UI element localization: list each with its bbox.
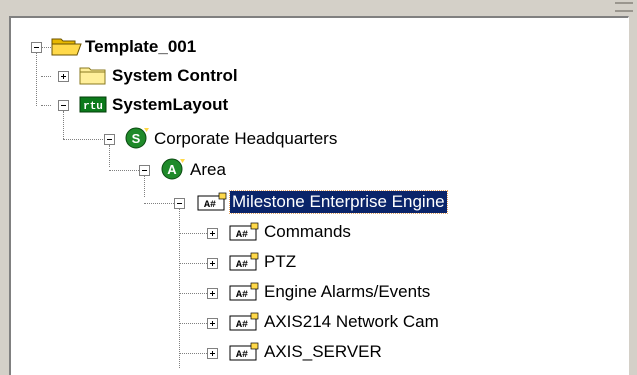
svg-text:rtu: rtu <box>83 101 103 113</box>
tree-item-axis-server[interactable]: AXIS_SERVER <box>262 341 384 363</box>
tree-line <box>179 263 207 264</box>
expand-toggle[interactable] <box>207 228 218 239</box>
expand-toggle[interactable] <box>207 348 218 359</box>
tree-item-commands[interactable]: Commands <box>262 221 353 243</box>
svg-text:A#: A# <box>236 320 248 331</box>
collapse-toggle[interactable] <box>174 198 185 209</box>
svg-text:A: A <box>167 162 177 177</box>
device-icon: A# <box>229 282 259 301</box>
tree-line <box>36 52 37 106</box>
tree-item-milestone-enterprise-engine[interactable]: Milestone Enterprise Engine <box>229 190 448 214</box>
tree-line <box>144 175 145 197</box>
collapse-toggle[interactable] <box>58 100 69 111</box>
tree-item-area[interactable]: Area <box>188 159 228 181</box>
folder-icon <box>79 67 106 85</box>
tree-item-template-001[interactable]: Template_001 <box>83 36 198 58</box>
svg-text:A#: A# <box>204 200 216 211</box>
device-icon: A# <box>229 342 259 361</box>
tree-line <box>179 293 207 294</box>
site-icon: S <box>125 127 149 149</box>
tree-line <box>179 208 180 368</box>
tree-line <box>144 203 174 204</box>
window-top-strip <box>0 0 637 14</box>
collapse-toggle[interactable] <box>139 165 150 176</box>
device-icon: A# <box>197 192 227 211</box>
collapse-toggle[interactable] <box>31 42 42 53</box>
tree-line <box>109 145 110 167</box>
tree-item-system-control[interactable]: System Control <box>110 65 240 87</box>
expand-toggle[interactable] <box>207 258 218 269</box>
tree-line <box>179 323 207 324</box>
tree-item-ptz[interactable]: PTZ <box>262 251 298 273</box>
device-icon: A# <box>229 312 259 331</box>
tree-line <box>179 353 207 354</box>
device-icon: A# <box>229 222 259 241</box>
tree-line <box>179 233 207 234</box>
tree-line <box>41 47 51 48</box>
expand-toggle[interactable] <box>207 288 218 299</box>
collapse-toggle[interactable] <box>104 134 115 145</box>
svg-text:A#: A# <box>236 230 248 241</box>
device-icon: A# <box>229 252 259 271</box>
svg-text:A#: A# <box>236 290 248 301</box>
open-folder-icon <box>51 38 82 56</box>
expand-toggle[interactable] <box>207 318 218 329</box>
rtu-icon: rtu <box>79 96 107 113</box>
svg-text:A#: A# <box>236 260 248 271</box>
tree-item-axis214-network-cam[interactable]: AXIS214 Network Cam <box>262 311 441 333</box>
tree-item-engine-alarms-events[interactable]: Engine Alarms/Events <box>262 281 432 303</box>
tree-item-system-layout[interactable]: SystemLayout <box>110 94 230 116</box>
tree-item-corporate-headquarters[interactable]: Corporate Headquarters <box>152 128 339 150</box>
tree-line <box>41 76 51 77</box>
svg-text:S: S <box>132 131 141 146</box>
scroll-grip-icon <box>615 2 633 12</box>
tree-line <box>109 170 143 171</box>
tree-line <box>41 105 51 106</box>
expand-toggle[interactable] <box>58 71 69 82</box>
tree-view[interactable]: Template_001 System Control rtu SystemLa… <box>9 16 629 375</box>
tree-line <box>63 139 107 140</box>
svg-text:A#: A# <box>236 350 248 361</box>
tree-line <box>63 111 64 139</box>
area-icon: A <box>161 158 185 180</box>
